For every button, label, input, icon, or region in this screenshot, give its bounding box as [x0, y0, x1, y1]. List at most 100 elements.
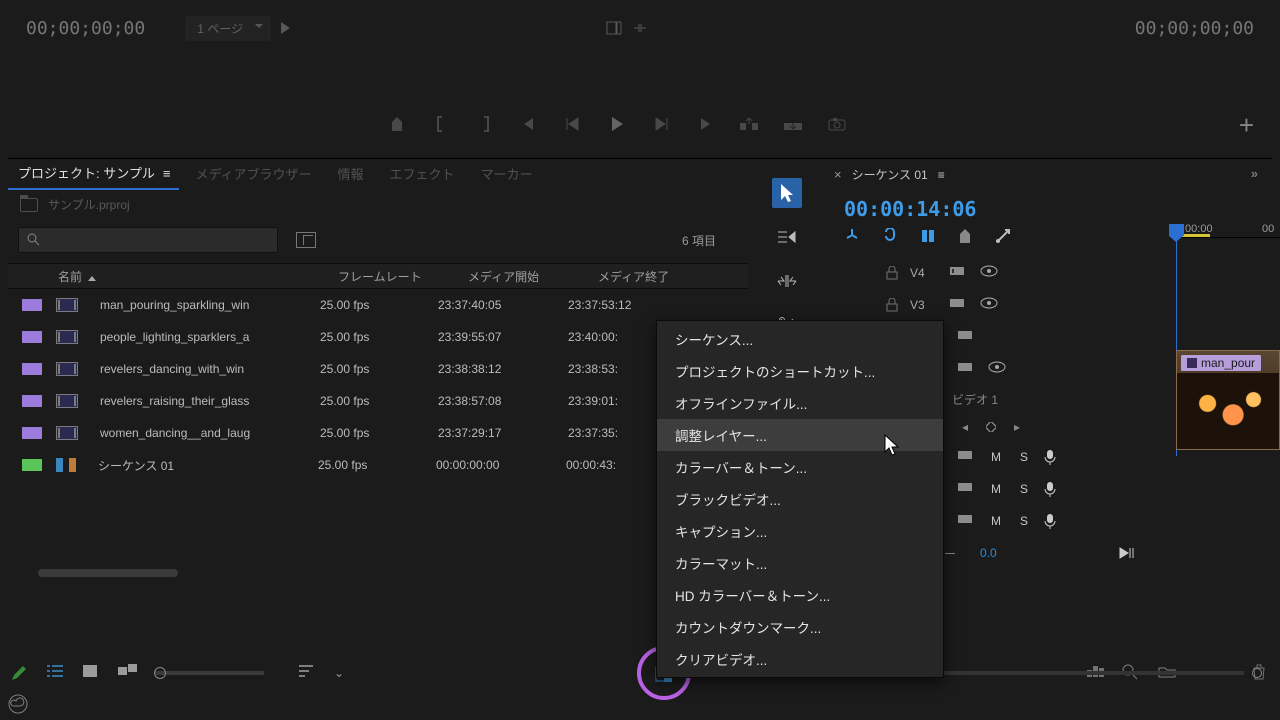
- mic-icon[interactable]: [1044, 481, 1056, 497]
- close-icon[interactable]: ×: [834, 167, 842, 182]
- menu-item[interactable]: キャプション...: [657, 515, 943, 547]
- project-row[interactable]: people_lighting_sparklers_a25.00 fps23:3…: [8, 321, 748, 353]
- eye-icon[interactable]: [988, 361, 1006, 377]
- skip-end-icon[interactable]: [1119, 547, 1135, 559]
- col-media-start[interactable]: メディア開始: [458, 268, 588, 285]
- label-swatch[interactable]: [22, 395, 42, 407]
- assembly-icon[interactable]: [606, 20, 622, 36]
- extract-icon[interactable]: [782, 113, 804, 135]
- tab-effects[interactable]: エフェクト: [380, 158, 465, 189]
- toggle-output-icon[interactable]: [958, 329, 976, 345]
- icon-view-icon[interactable]: [82, 664, 100, 682]
- mute-button[interactable]: M: [988, 514, 1004, 528]
- label-swatch[interactable]: [22, 299, 42, 311]
- project-row[interactable]: revelers_dancing_with_win25.00 fps23:38:…: [8, 353, 748, 385]
- track-select-tool-icon[interactable]: [772, 222, 802, 252]
- mark-in-icon[interactable]: [386, 113, 408, 135]
- solo-button[interactable]: S: [1016, 514, 1032, 528]
- export-frame-icon[interactable]: [826, 113, 848, 135]
- mute-button[interactable]: M: [988, 482, 1004, 496]
- mic-icon[interactable]: [1044, 513, 1056, 529]
- col-name[interactable]: 名前: [48, 268, 328, 285]
- freeform-view-icon[interactable]: [118, 664, 136, 682]
- page-select[interactable]: 1 ページ: [185, 16, 271, 41]
- label-swatch[interactable]: [22, 459, 42, 471]
- tab-media-browser[interactable]: メディアブラウザー: [185, 158, 321, 189]
- play-icon[interactable]: [281, 22, 290, 34]
- lock-icon[interactable]: [886, 298, 898, 312]
- play-icon[interactable]: [606, 113, 628, 135]
- mute-button[interactable]: M: [988, 450, 1004, 464]
- sort-icon[interactable]: [298, 664, 316, 682]
- eye-icon[interactable]: [980, 265, 998, 281]
- project-row[interactable]: revelers_raising_their_glass25.00 fps23:…: [8, 385, 748, 417]
- add-marker-icon[interactable]: [920, 228, 936, 244]
- track-v3[interactable]: V3: [826, 289, 1280, 321]
- prev-keyframe-icon[interactable]: ◂: [962, 420, 968, 434]
- toggle-output-icon[interactable]: [958, 449, 976, 465]
- lift-icon[interactable]: [738, 113, 760, 135]
- settings-icon[interactable]: [994, 227, 1012, 245]
- thumb-size-slider[interactable]: [154, 671, 264, 675]
- toggle-output-icon[interactable]: [958, 481, 976, 497]
- snap-icon[interactable]: [844, 228, 860, 244]
- lock-icon[interactable]: [886, 266, 898, 280]
- solo-button[interactable]: S: [1016, 482, 1032, 496]
- playhead-icon[interactable]: [1169, 224, 1184, 236]
- search-input[interactable]: [18, 227, 278, 253]
- step-fwd-icon[interactable]: [650, 113, 672, 135]
- h-scrollbar[interactable]: [38, 569, 178, 577]
- toggle-output-icon[interactable]: [950, 265, 968, 281]
- label-swatch[interactable]: [22, 363, 42, 375]
- toggle-output-icon[interactable]: [958, 361, 976, 377]
- menu-item[interactable]: プロジェクトのショートカット...: [657, 355, 943, 387]
- menu-item[interactable]: カラーマット...: [657, 547, 943, 579]
- solo-button[interactable]: S: [1016, 450, 1032, 464]
- panel-menu-icon[interactable]: ≡: [938, 168, 944, 182]
- toggle-output-icon[interactable]: [950, 297, 968, 313]
- track-v4[interactable]: V4: [826, 257, 1280, 289]
- sequence-tab[interactable]: シーケンス 01: [852, 166, 928, 183]
- menu-item[interactable]: 調整レイヤー...: [657, 419, 943, 451]
- find-in-bin-icon[interactable]: [296, 232, 316, 248]
- ripple-edit-tool-icon[interactable]: [772, 266, 802, 296]
- mic-icon[interactable]: [1044, 449, 1056, 465]
- menu-item[interactable]: カラーバー＆トーン...: [657, 451, 943, 483]
- list-view-icon[interactable]: [46, 664, 64, 682]
- next-keyframe-icon[interactable]: ▸: [1014, 420, 1020, 434]
- timecode-left[interactable]: 00;00;00;00: [26, 18, 145, 39]
- menu-item[interactable]: HD カラーバー＆トーン...: [657, 579, 943, 611]
- col-media-end[interactable]: メディア終了: [588, 268, 728, 285]
- menu-item[interactable]: クリアビデオ...: [657, 643, 943, 675]
- panel-menu-icon[interactable]: ≡: [163, 166, 170, 181]
- timecode-right[interactable]: 00;00;00;00: [1135, 18, 1254, 39]
- goto-start-icon[interactable]: [518, 113, 540, 135]
- eye-icon[interactable]: [980, 297, 998, 313]
- timeline-clip[interactable]: man_pour: [1176, 350, 1280, 450]
- project-row[interactable]: women_dancing__and_laug25.00 fps23:37:29…: [8, 417, 748, 449]
- bracket-in-icon[interactable]: [430, 113, 452, 135]
- audio-master-value[interactable]: 0.0: [980, 546, 997, 560]
- project-row[interactable]: シーケンス 0125.00 fps00:00:00:0000:00:43:: [8, 449, 748, 481]
- zoom-handle-right[interactable]: [1252, 668, 1262, 678]
- add-keyframe-icon[interactable]: [986, 422, 996, 432]
- label-swatch[interactable]: [22, 427, 42, 439]
- add-button-icon[interactable]: +: [1239, 110, 1254, 141]
- chevron-down-icon[interactable]: ⌄: [334, 666, 344, 680]
- menu-item[interactable]: シーケンス...: [657, 323, 943, 355]
- goto-end-icon[interactable]: [694, 113, 716, 135]
- marker-icon[interactable]: [958, 228, 972, 244]
- menu-item[interactable]: ブラックビデオ...: [657, 483, 943, 515]
- pencil-icon[interactable]: [10, 664, 28, 682]
- toggle-output-icon[interactable]: [958, 513, 976, 529]
- step-back-icon[interactable]: [562, 113, 584, 135]
- selection-tool-icon[interactable]: [772, 178, 802, 208]
- creative-cloud-icon[interactable]: [8, 694, 28, 714]
- linked-selection-icon[interactable]: [882, 228, 898, 244]
- project-row[interactable]: man_pouring_sparkling_win25.00 fps23:37:…: [8, 289, 748, 321]
- bracket-out-icon[interactable]: [474, 113, 496, 135]
- menu-item[interactable]: カウントダウンマーク...: [657, 611, 943, 643]
- menu-item[interactable]: オフラインファイル...: [657, 387, 943, 419]
- ripple-icon[interactable]: [632, 20, 648, 36]
- label-swatch[interactable]: [22, 331, 42, 343]
